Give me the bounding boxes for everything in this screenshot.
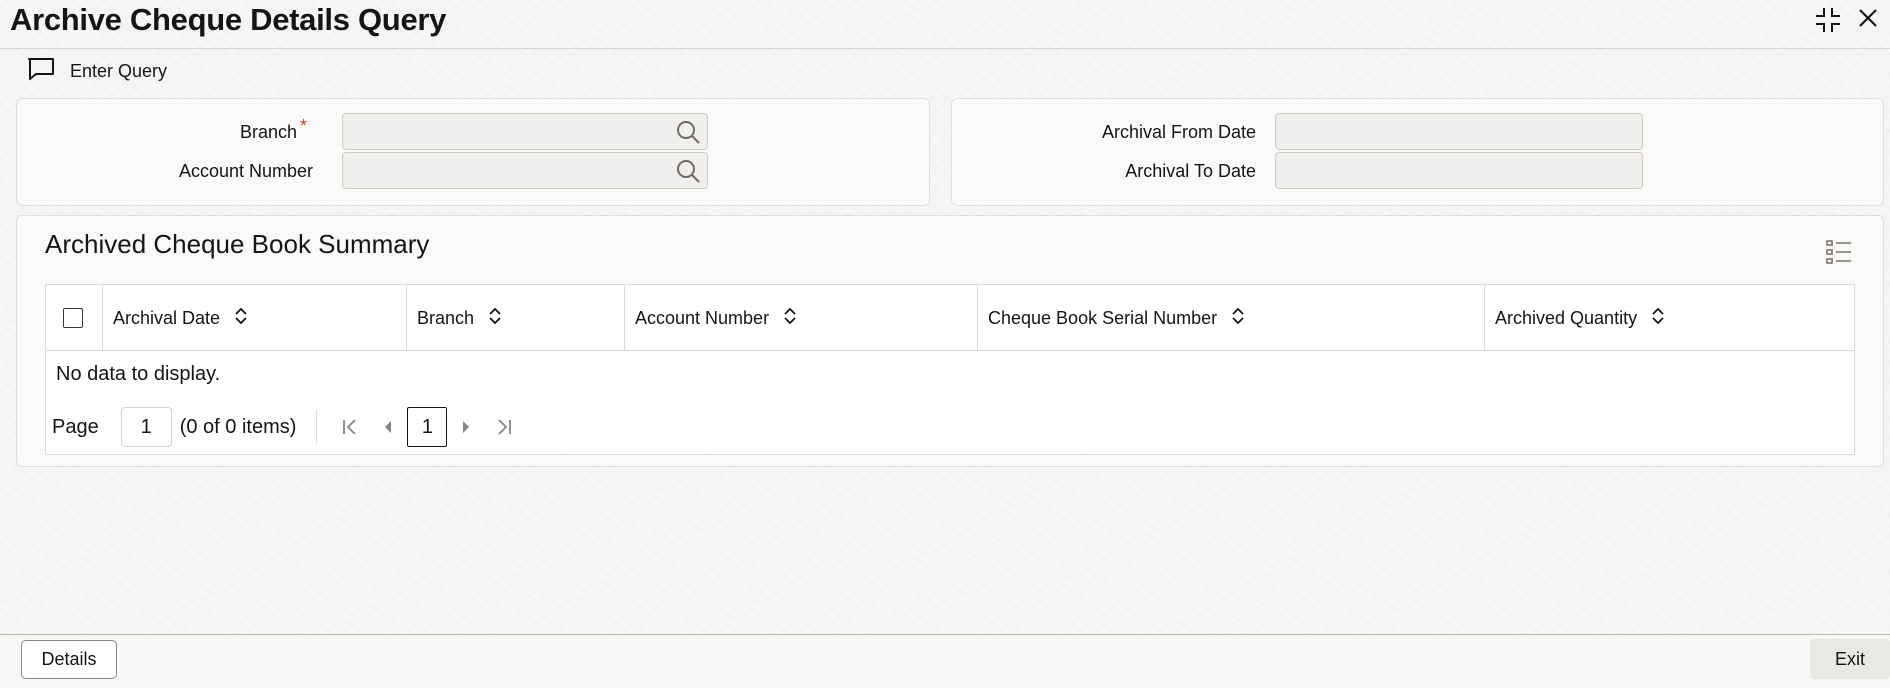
chat-bubble-icon bbox=[26, 56, 56, 87]
details-button[interactable]: Details bbox=[21, 640, 117, 679]
sort-icon[interactable] bbox=[1231, 307, 1245, 330]
query-panel-right: Archival From Date Archival To Date bbox=[951, 98, 1884, 206]
column-archived-quantity[interactable]: Archived Quantity bbox=[1485, 285, 1854, 351]
branch-input[interactable] bbox=[342, 113, 708, 150]
archival-from-date-input[interactable] bbox=[1275, 113, 1643, 150]
compress-icon[interactable] bbox=[1814, 6, 1842, 34]
query-panel-left: Branch * Account Number bbox=[16, 98, 930, 206]
archival-to-date-input[interactable] bbox=[1275, 152, 1643, 189]
next-page-icon[interactable] bbox=[447, 407, 485, 447]
sort-icon[interactable] bbox=[234, 307, 248, 330]
column-branch[interactable]: Branch bbox=[407, 285, 625, 351]
column-account-number[interactable]: Account Number bbox=[625, 285, 978, 351]
empty-message: No data to display. bbox=[56, 363, 221, 385]
current-page-button[interactable]: 1 bbox=[407, 407, 448, 447]
archival-to-date-label: Archival To Date bbox=[1125, 161, 1256, 181]
title-divider bbox=[0, 48, 1890, 49]
pager-divider bbox=[316, 410, 318, 444]
pagination: Page 1 (0 of 0 items) 1 bbox=[52, 407, 523, 447]
required-indicator: * bbox=[300, 116, 308, 136]
enter-query-button[interactable]: Enter Query bbox=[26, 56, 167, 87]
account-number-label: Account Number bbox=[178, 161, 313, 181]
last-page-icon[interactable] bbox=[485, 407, 523, 447]
page-label: Page bbox=[52, 415, 99, 438]
footer-bar: Details Exit bbox=[0, 635, 1890, 688]
search-icon[interactable] bbox=[675, 119, 701, 150]
exit-button[interactable]: Exit bbox=[1810, 639, 1890, 679]
column-label: Archived Quantity bbox=[1495, 307, 1638, 328]
column-label: Archival Date bbox=[113, 307, 221, 328]
previous-page-icon[interactable] bbox=[369, 407, 407, 447]
summary-table: Archival Date Branch Account Number Cheq… bbox=[45, 284, 1855, 455]
select-all-checkbox[interactable] bbox=[63, 308, 83, 328]
page-title: Archive Cheque Details Query bbox=[10, 2, 447, 37]
account-number-input[interactable] bbox=[342, 152, 708, 189]
branch-label: Branch bbox=[239, 122, 297, 142]
archival-from-date-label: Archival From Date bbox=[1101, 122, 1256, 142]
search-icon[interactable] bbox=[675, 158, 701, 189]
sort-icon[interactable] bbox=[783, 307, 797, 330]
column-archival-date[interactable]: Archival Date bbox=[103, 285, 407, 351]
window-controls bbox=[1814, 6, 1880, 34]
page-number-input[interactable]: 1 bbox=[120, 407, 172, 447]
column-label: Account Number bbox=[635, 307, 770, 328]
column-label: Cheque Book Serial Number bbox=[988, 307, 1218, 328]
enter-query-label: Enter Query bbox=[70, 61, 168, 81]
summary-title: Archived Cheque Book Summary bbox=[45, 229, 430, 259]
column-list-icon[interactable] bbox=[1825, 238, 1853, 271]
archived-cheque-book-summary: Archived Cheque Book Summary Archival Da… bbox=[16, 215, 1884, 467]
close-icon[interactable] bbox=[1856, 6, 1880, 34]
column-cheque-book-serial-number[interactable]: Cheque Book Serial Number bbox=[978, 285, 1485, 351]
first-page-icon[interactable] bbox=[331, 407, 369, 447]
select-all-column bbox=[46, 285, 103, 351]
item-count: (0 of 0 items) bbox=[179, 415, 297, 438]
sort-icon[interactable] bbox=[488, 307, 502, 330]
table-header: Archival Date Branch Account Number Cheq… bbox=[46, 285, 1854, 351]
column-label: Branch bbox=[417, 307, 475, 328]
sort-icon[interactable] bbox=[1651, 307, 1665, 330]
